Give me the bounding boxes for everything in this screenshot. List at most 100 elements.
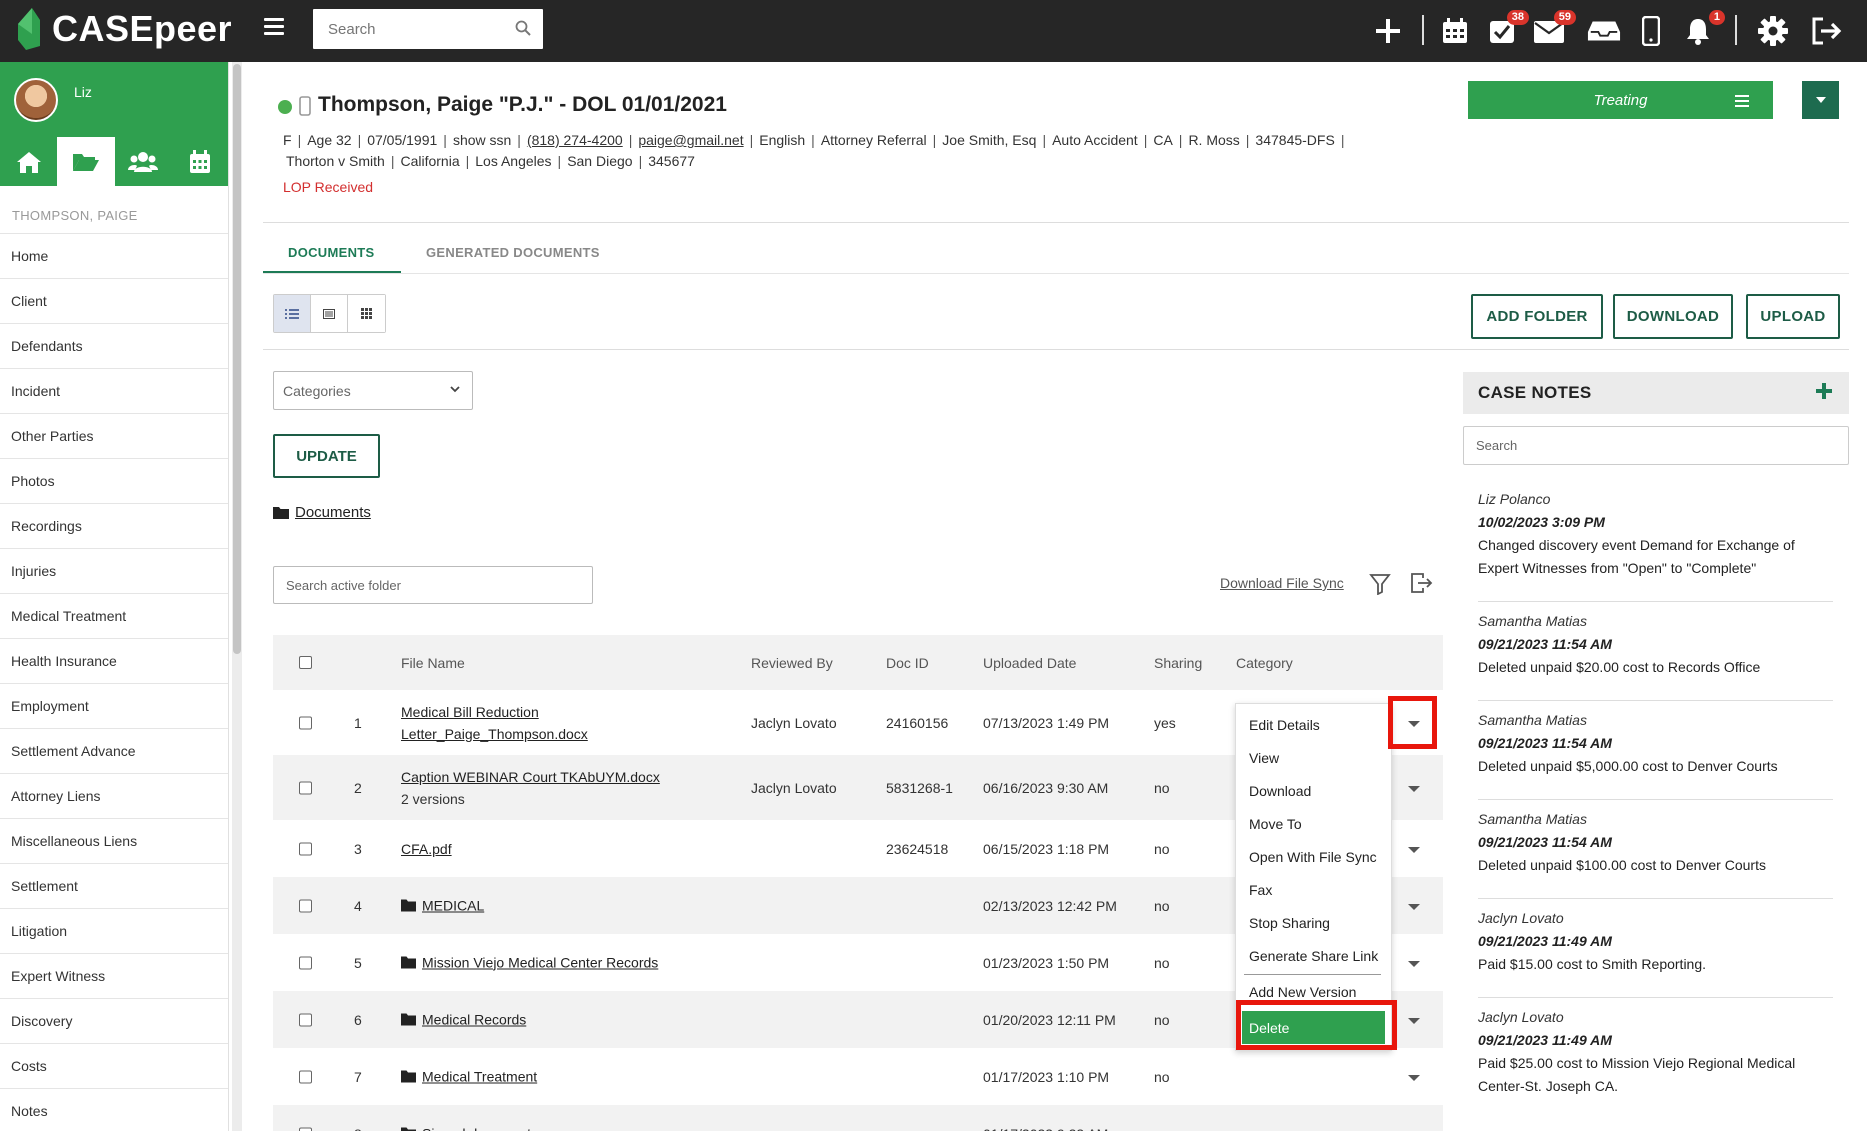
row-checkbox[interactable]: [299, 842, 312, 855]
status-caret-button[interactable]: [1802, 81, 1839, 119]
home-tab[interactable]: [0, 137, 57, 186]
row-actions-caret-icon[interactable]: [1407, 1012, 1421, 1028]
sidebar-item[interactable]: Expert Witness: [0, 954, 228, 999]
file-link[interactable]: Medical Bill Reduction: [401, 704, 539, 720]
global-search-input[interactable]: [313, 9, 503, 49]
menu-item-generate-share-link[interactable]: Generate Share Link: [1236, 939, 1391, 972]
menu-item-open-with-file-sync[interactable]: Open With File Sync: [1236, 840, 1391, 873]
file-link[interactable]: CFA.pdf: [401, 841, 452, 857]
folder-link[interactable]: Mission Viejo Medical Center Records: [422, 954, 658, 970]
add-icon[interactable]: [1371, 14, 1405, 48]
sidebar-item[interactable]: Settlement Advance: [0, 729, 228, 774]
versions-count[interactable]: 2 versions: [401, 791, 465, 807]
detail-view-button[interactable]: [311, 295, 348, 332]
row-actions-caret-icon[interactable]: [1407, 955, 1421, 971]
menu-item-move-to[interactable]: Move To: [1236, 807, 1391, 840]
tab-documents[interactable]: DOCUMENTS: [288, 245, 374, 260]
col-file-name[interactable]: File Name: [401, 655, 465, 671]
categories-select[interactable]: Categories: [273, 371, 473, 410]
calendar-icon[interactable]: [1438, 14, 1472, 48]
filter-icon[interactable]: [1369, 573, 1391, 595]
search-icon[interactable]: [515, 20, 531, 36]
menu-toggle-button[interactable]: [264, 18, 284, 36]
sidebar-item[interactable]: Client: [0, 279, 228, 324]
contacts-tab[interactable]: [115, 137, 172, 186]
folder-link[interactable]: Medical Treatment: [422, 1068, 537, 1084]
case-notes-search-input[interactable]: Search: [1463, 426, 1849, 465]
meta-field[interactable]: show ssn: [453, 132, 511, 148]
file-link-continued[interactable]: Letter_Paige_Thompson.docx: [401, 726, 588, 742]
email-link[interactable]: paige@gmail.net: [638, 132, 743, 148]
col-doc-id[interactable]: Doc ID: [886, 655, 929, 671]
select-all-checkbox[interactable]: [299, 656, 312, 669]
row-checkbox[interactable]: [299, 899, 312, 912]
row-checkbox[interactable]: [299, 1070, 312, 1083]
sidebar-item[interactable]: Costs: [0, 1044, 228, 1089]
menu-item-download[interactable]: Download: [1236, 774, 1391, 807]
col-reviewed-by[interactable]: Reviewed By: [751, 655, 833, 671]
menu-item-view[interactable]: View: [1236, 741, 1391, 774]
phone-link[interactable]: (818) 274-4200: [527, 132, 623, 148]
avatar[interactable]: [14, 78, 58, 122]
row-actions-caret-icon[interactable]: [1407, 898, 1421, 914]
row-checkbox[interactable]: [299, 781, 312, 794]
sidebar-item[interactable]: Recordings: [0, 504, 228, 549]
row-actions-caret-icon[interactable]: [1407, 1069, 1421, 1085]
table-row[interactable]: 8 Signed documents 01/17/2023 9:23 AM no: [273, 1105, 1443, 1131]
sidebar-item[interactable]: Litigation: [0, 909, 228, 954]
sidebar-item[interactable]: Injuries: [0, 549, 228, 594]
col-uploaded-date[interactable]: Uploaded Date: [983, 655, 1076, 671]
sidebar-item[interactable]: Incident: [0, 369, 228, 414]
logout-icon[interactable]: [1810, 14, 1844, 48]
menu-item-edit-details[interactable]: Edit Details: [1236, 708, 1391, 741]
row-actions-caret-icon[interactable]: [1407, 1126, 1421, 1131]
sidebar-item[interactable]: Health Insurance: [0, 639, 228, 684]
row-actions-caret-icon[interactable]: [1407, 780, 1421, 796]
update-button[interactable]: UPDATE: [273, 434, 380, 478]
menu-item-stop-sharing[interactable]: Stop Sharing: [1236, 906, 1391, 939]
grid-view-button[interactable]: [348, 295, 385, 332]
add-note-icon[interactable]: [1813, 380, 1835, 402]
sidebar-item[interactable]: Settlement: [0, 864, 228, 909]
download-file-sync-link[interactable]: Download File Sync: [1220, 575, 1344, 591]
global-search[interactable]: [313, 9, 543, 49]
file-link[interactable]: Caption WEBINAR Court TKAbUYM.docx: [401, 769, 660, 785]
notifications-bell-icon[interactable]: 1: [1681, 10, 1725, 48]
sidebar-item[interactable]: Notes: [0, 1089, 228, 1131]
sidebar-scrollbar[interactable]: [232, 62, 242, 1131]
tasks-icon[interactable]: 38: [1485, 10, 1529, 48]
mail-icon[interactable]: 59: [1532, 10, 1576, 48]
sidebar-item[interactable]: Home: [0, 234, 228, 279]
menu-item-fax[interactable]: Fax: [1236, 873, 1391, 906]
case-status-dropdown[interactable]: Treating: [1468, 81, 1773, 119]
row-checkbox[interactable]: [299, 716, 312, 729]
casepeer-logo[interactable]: CASEpeer: [14, 6, 232, 52]
sidebar-item[interactable]: Employment: [0, 684, 228, 729]
folder-link[interactable]: Signed documents: [422, 1125, 538, 1131]
sidebar-item[interactable]: Medical Treatment: [0, 594, 228, 639]
sidebar-item[interactable]: Defendants: [0, 324, 228, 369]
user-name[interactable]: Liz: [74, 84, 92, 100]
inbox-tray-icon[interactable]: [1587, 14, 1621, 48]
case-folder-tab[interactable]: [57, 137, 115, 186]
row-checkbox[interactable]: [299, 1013, 312, 1026]
col-sharing[interactable]: Sharing: [1154, 655, 1202, 671]
sidebar-item[interactable]: Photos: [0, 459, 228, 504]
list-view-button[interactable]: [274, 295, 311, 332]
folder-link[interactable]: MEDICAL: [422, 897, 484, 913]
upload-button[interactable]: UPLOAD: [1746, 294, 1840, 339]
sidebar-item[interactable]: Discovery: [0, 999, 228, 1044]
breadcrumb-documents[interactable]: Documents: [295, 504, 371, 521]
add-folder-button[interactable]: ADD FOLDER: [1471, 294, 1603, 339]
sidebar-item[interactable]: Other Parties: [0, 414, 228, 459]
sidebar-item[interactable]: Attorney Liens: [0, 774, 228, 819]
export-icon[interactable]: [1409, 572, 1433, 594]
download-button[interactable]: DOWNLOAD: [1613, 294, 1733, 339]
sidebar-item[interactable]: Miscellaneous Liens: [0, 819, 228, 864]
col-category[interactable]: Category: [1236, 655, 1293, 671]
mobile-phone-icon[interactable]: [1634, 14, 1668, 48]
row-checkbox[interactable]: [299, 956, 312, 969]
tab-generated-documents[interactable]: GENERATED DOCUMENTS: [426, 245, 600, 260]
search-active-folder-input[interactable]: Search active folder: [273, 566, 593, 604]
folder-link[interactable]: Medical Records: [422, 1011, 526, 1027]
